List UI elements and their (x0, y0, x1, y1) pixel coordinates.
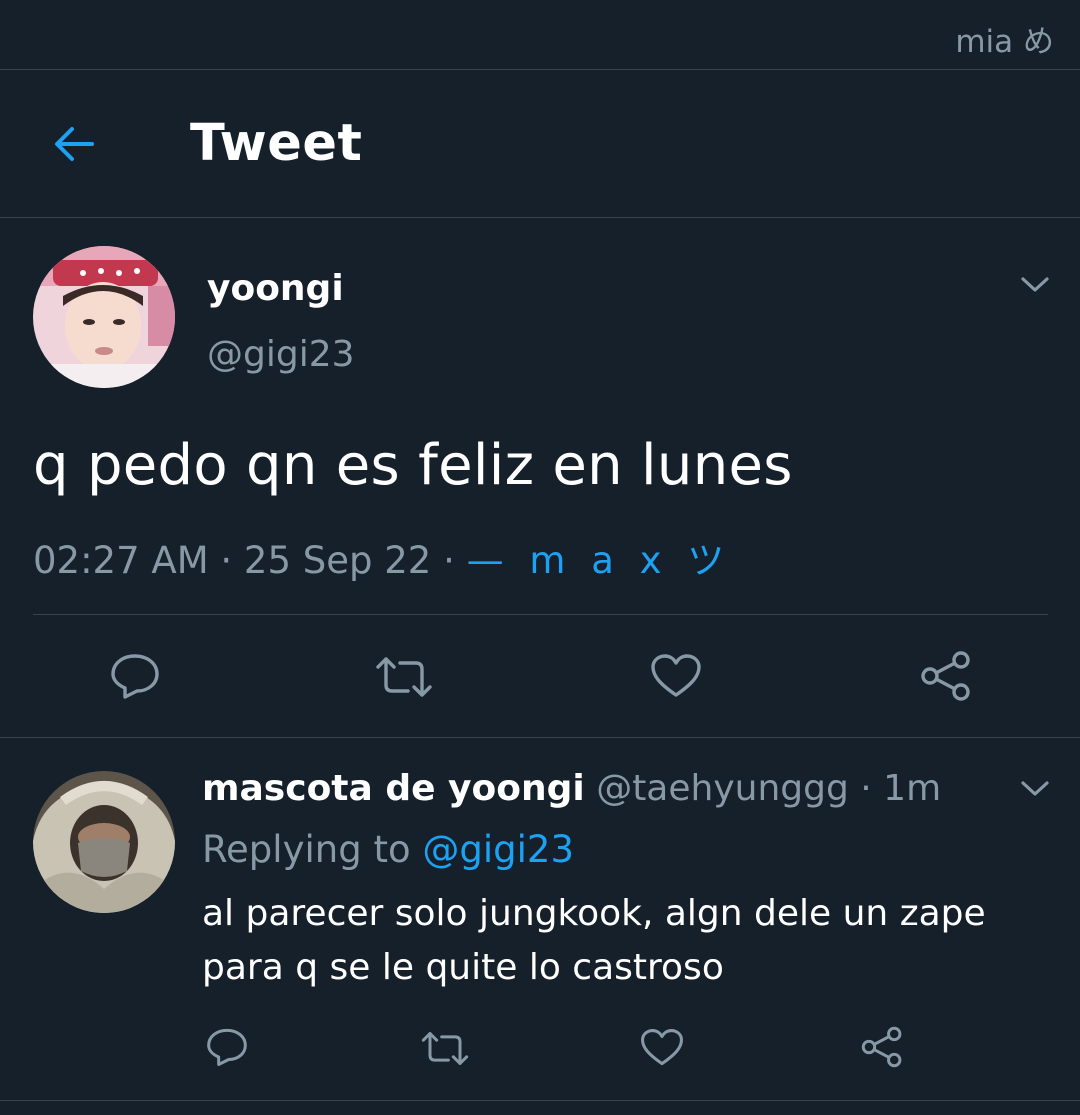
meta-separator: · (220, 539, 233, 582)
reply-author-handle[interactable]: @taehyunggg (596, 768, 849, 809)
chevron-down-icon (1021, 781, 1049, 796)
tweet-time: 02:27 AM (33, 539, 209, 582)
retweet-button[interactable] (420, 1030, 470, 1071)
like-icon (641, 1029, 683, 1066)
replying-to: Replying to @gigi23 (202, 828, 574, 871)
like-button[interactable] (640, 1028, 684, 1071)
meta-separator: · (848, 768, 884, 809)
retweet-icon (421, 1032, 469, 1065)
avatar[interactable] (33, 246, 175, 388)
reply-button[interactable] (109, 652, 161, 704)
tweet-menu-button[interactable] (1018, 274, 1052, 296)
tweet-date: 25 Sep 22 (243, 539, 432, 582)
reply-button[interactable] (205, 1027, 249, 1071)
share-button[interactable] (919, 649, 973, 707)
reply-icon (111, 654, 159, 699)
reply-time: 1m (883, 768, 942, 809)
retweet-icon (376, 657, 432, 697)
reply-menu-button[interactable] (1018, 778, 1052, 800)
tweet-actions (0, 615, 1080, 738)
share-icon (921, 651, 970, 701)
page-title: Tweet (190, 114, 363, 173)
arrow-left-icon (55, 127, 94, 161)
replying-prefix: Replying to (202, 828, 411, 871)
share-button[interactable] (860, 1025, 904, 1073)
avatar-image (33, 771, 175, 913)
tweet-source-link[interactable]: — m a x ツ (467, 539, 732, 582)
share-icon (861, 1026, 902, 1068)
reply-text: al parecer solo jungkook, algn dele un z… (202, 893, 986, 988)
status-bar: mia め (0, 0, 1080, 70)
reply-header: mascota de yoongi @taehyunggg · 1m (202, 768, 941, 809)
author-handle[interactable]: @gigi23 (207, 334, 355, 375)
like-button[interactable] (650, 653, 702, 703)
page-header: Tweet (0, 70, 1080, 218)
tweet-meta: 02:27 AM · 25 Sep 22 · — m a x ツ (33, 530, 731, 584)
chevron-down-icon (1021, 277, 1049, 292)
replying-mention-link[interactable]: @gigi23 (422, 828, 574, 871)
tweet-text: q pedo qn es feliz en lunes (33, 433, 793, 498)
status-bar-label: mia め (955, 24, 1054, 60)
back-button[interactable] (50, 120, 98, 168)
reply-author-name[interactable]: mascota de yoongi (202, 768, 585, 809)
like-icon (651, 654, 701, 697)
avatar[interactable] (33, 771, 175, 913)
reply-icon (207, 1028, 247, 1066)
author-name[interactable]: yoongi (207, 268, 344, 309)
divider (0, 1100, 1080, 1101)
retweet-button[interactable] (374, 655, 434, 703)
meta-separator: · (443, 539, 455, 582)
avatar-image (33, 246, 175, 388)
